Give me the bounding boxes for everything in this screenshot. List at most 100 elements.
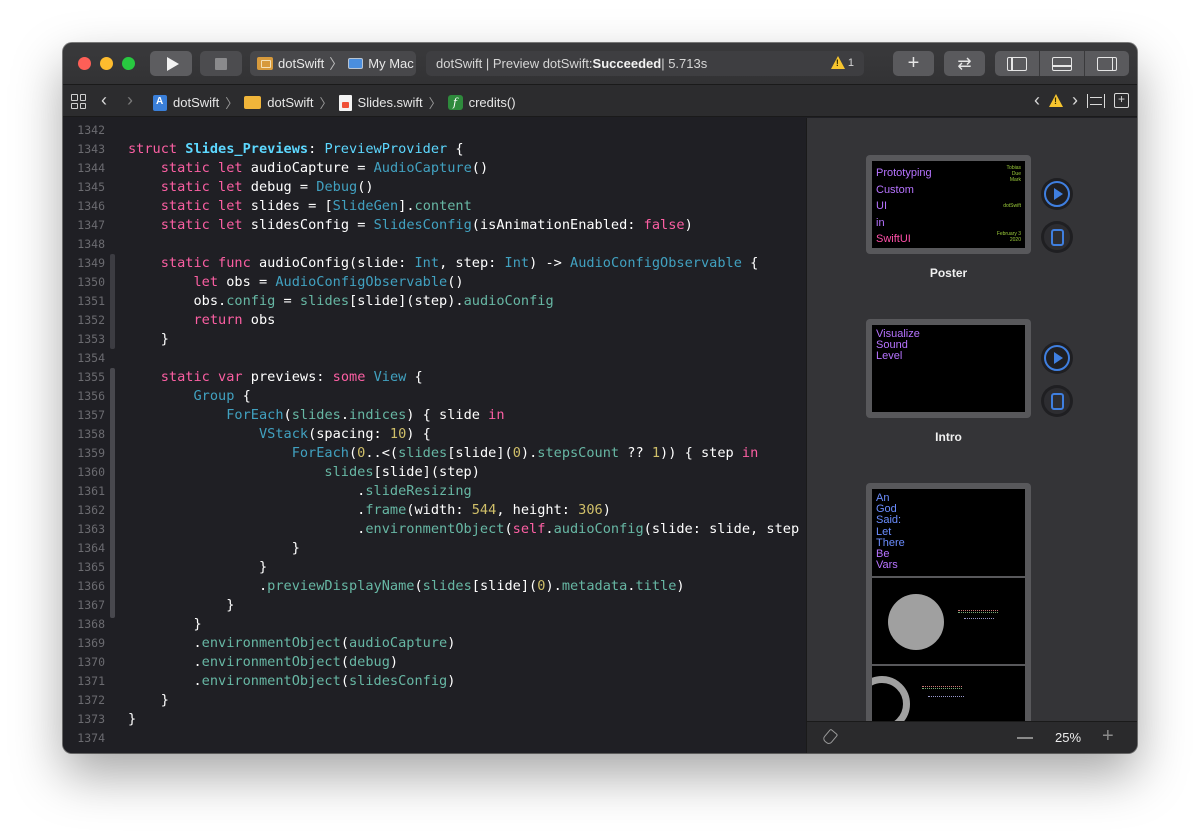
related-items-grid-icon[interactable]	[71, 94, 86, 109]
sound-level-circle	[888, 594, 944, 650]
right-panel-icon	[1097, 56, 1117, 71]
breadcrumb-file[interactable]: Slides.swift	[358, 95, 423, 110]
folder-icon	[244, 96, 262, 109]
code-line: 1357 ForEach(slides.indices) { slide in	[63, 406, 805, 425]
minimize-window-button[interactable]	[100, 57, 113, 70]
live-preview-button[interactable]	[1041, 342, 1073, 374]
status-result: Succeeded	[592, 56, 662, 71]
code-line: 1374	[63, 729, 805, 748]
toolbar: dotSwift 〉 My Mac dotSwift | Preview dot…	[63, 43, 1137, 85]
line-number: 1345	[77, 180, 105, 194]
code-line: 1363 .environmentObject(self.audioConfig…	[63, 520, 805, 539]
line-number: 1361	[77, 484, 105, 498]
bottom-panel-icon	[1052, 56, 1072, 71]
close-window-button[interactable]	[78, 57, 91, 70]
slide-text: in	[876, 216, 885, 229]
line-number: 1368	[77, 617, 105, 631]
breadcrumb-separator: 〉	[428, 96, 442, 111]
code-snippet-thumbnail	[928, 696, 964, 699]
mac-device-icon	[348, 58, 364, 69]
scheme-selector[interactable]: dotSwift 〉 My Mac	[250, 51, 416, 76]
toggle-navigator-button[interactable]	[995, 51, 1040, 76]
preview-device-stack[interactable]: An God Said: Let There Be Vars	[866, 483, 1031, 743]
issue-warning-icon[interactable]	[1049, 94, 1063, 107]
jump-bar: ‹ › dotSwift 〉 dotSwift 〉 Slides.swift 〉…	[63, 85, 1137, 117]
stack-words: An God Said: Let There Be Vars	[876, 492, 905, 572]
preview-device-intro[interactable]: Visualize Sound Level	[866, 319, 1031, 418]
stack-slide: An God Said: Let There Be Vars	[872, 489, 1025, 576]
slide-text: UI	[876, 200, 887, 213]
slide-text: Vars	[876, 559, 898, 572]
activity-status-bar[interactable]: dotSwift | Preview dotSwift: Succeeded |…	[426, 51, 864, 76]
function-icon: f	[447, 95, 463, 110]
line-number: 1363	[77, 522, 105, 536]
code-line: 1342	[63, 121, 805, 140]
library-button[interactable]: +	[893, 51, 934, 76]
warning-icon	[830, 56, 845, 69]
stack-slide	[872, 666, 1025, 732]
forward-button[interactable]: ›	[127, 90, 133, 111]
live-preview-button[interactable]	[1041, 178, 1073, 210]
breadcrumb-folder[interactable]: dotSwift	[267, 95, 313, 110]
preview-on-device-button[interactable]	[1041, 385, 1073, 417]
code-line: 1346 static let slides = [SlideGen].cont…	[63, 197, 805, 216]
code-line: 1361 .slideResizing	[63, 482, 805, 501]
zoom-in-button[interactable]: +	[1102, 725, 1114, 748]
warning-indicator[interactable]: 1	[830, 56, 854, 69]
toggle-inspector-button[interactable]	[1085, 51, 1129, 76]
zoom-level[interactable]: 25%	[1055, 730, 1081, 745]
line-number: 1349	[77, 256, 105, 270]
poster-authors: Tobias Due Mark	[1006, 165, 1021, 183]
zoom-out-button[interactable]	[1017, 737, 1033, 739]
stop-icon	[215, 57, 227, 70]
line-number: 1371	[77, 674, 105, 688]
line-number: 1352	[77, 313, 105, 327]
swift-file-icon	[338, 94, 352, 111]
intro-words: Visualize Sound Level	[876, 328, 920, 363]
line-number: 1357	[77, 408, 105, 422]
code-line: 1369 .environmentObject(audioCapture)	[63, 634, 805, 653]
code-line: 1358 VStack(spacing: 10) {	[63, 425, 805, 444]
pin-icon[interactable]	[821, 728, 839, 746]
left-panel-icon	[1007, 56, 1027, 71]
preview-canvas[interactable]: Prototyping Custom UI in SwiftUI Tobias …	[806, 118, 1137, 753]
preview-device-poster[interactable]: Prototyping Custom UI in SwiftUI Tobias …	[866, 155, 1031, 254]
status-prefix: dotSwift | Preview dotSwift:	[436, 56, 593, 71]
code-line: 1350 let obs = AudioConfigObservable()	[63, 273, 805, 292]
line-number: 1347	[77, 218, 105, 232]
jump-bar-controls: ‹ › +	[1034, 90, 1129, 111]
slide-text: Level	[876, 350, 903, 363]
zoom-window-button[interactable]	[122, 57, 135, 70]
preview-on-device-button[interactable]	[1041, 221, 1073, 253]
line-number: 1360	[77, 465, 105, 479]
next-issue-button[interactable]: ›	[1072, 90, 1078, 111]
canvas-footer: 25% +	[807, 721, 1137, 753]
add-editor-icon[interactable]: +	[1114, 93, 1129, 108]
status-time: | 5.713s	[661, 56, 708, 71]
back-button[interactable]: ‹	[101, 90, 107, 111]
previous-issue-button[interactable]: ‹	[1034, 90, 1040, 111]
line-number: 1356	[77, 389, 105, 403]
play-icon	[1054, 188, 1063, 200]
line-number: 1372	[77, 693, 105, 707]
code-line: 1366 .previewDisplayName(slides[slide](0…	[63, 577, 805, 596]
scheme-separator: 〉	[329, 55, 344, 72]
poster-event: dotSwift	[1003, 203, 1021, 209]
scheme-target-label: dotSwift	[278, 56, 325, 71]
editor-options-icon[interactable]	[1087, 93, 1105, 108]
code-review-button[interactable]: ⇄	[944, 51, 985, 76]
slide-text: Custom	[876, 183, 914, 196]
app-target-icon	[257, 57, 273, 70]
line-number: 1350	[77, 275, 105, 289]
source-editor[interactable]: 1342 1343 struct Slides_Previews: Preview…	[63, 118, 805, 753]
code-line: 1368 }	[63, 615, 805, 634]
code-line: 1367 }	[63, 596, 805, 615]
line-number: 1355	[77, 370, 105, 384]
toggle-debug-area-button[interactable]	[1040, 51, 1085, 76]
stop-button[interactable]	[200, 51, 242, 76]
breadcrumb-symbol[interactable]: credits()	[469, 95, 516, 110]
xcode-window: dotSwift 〉 My Mac dotSwift | Preview dot…	[63, 43, 1137, 753]
breadcrumb-project[interactable]: dotSwift	[173, 95, 219, 110]
run-button[interactable]	[150, 51, 192, 76]
line-number: 1370	[77, 655, 105, 669]
